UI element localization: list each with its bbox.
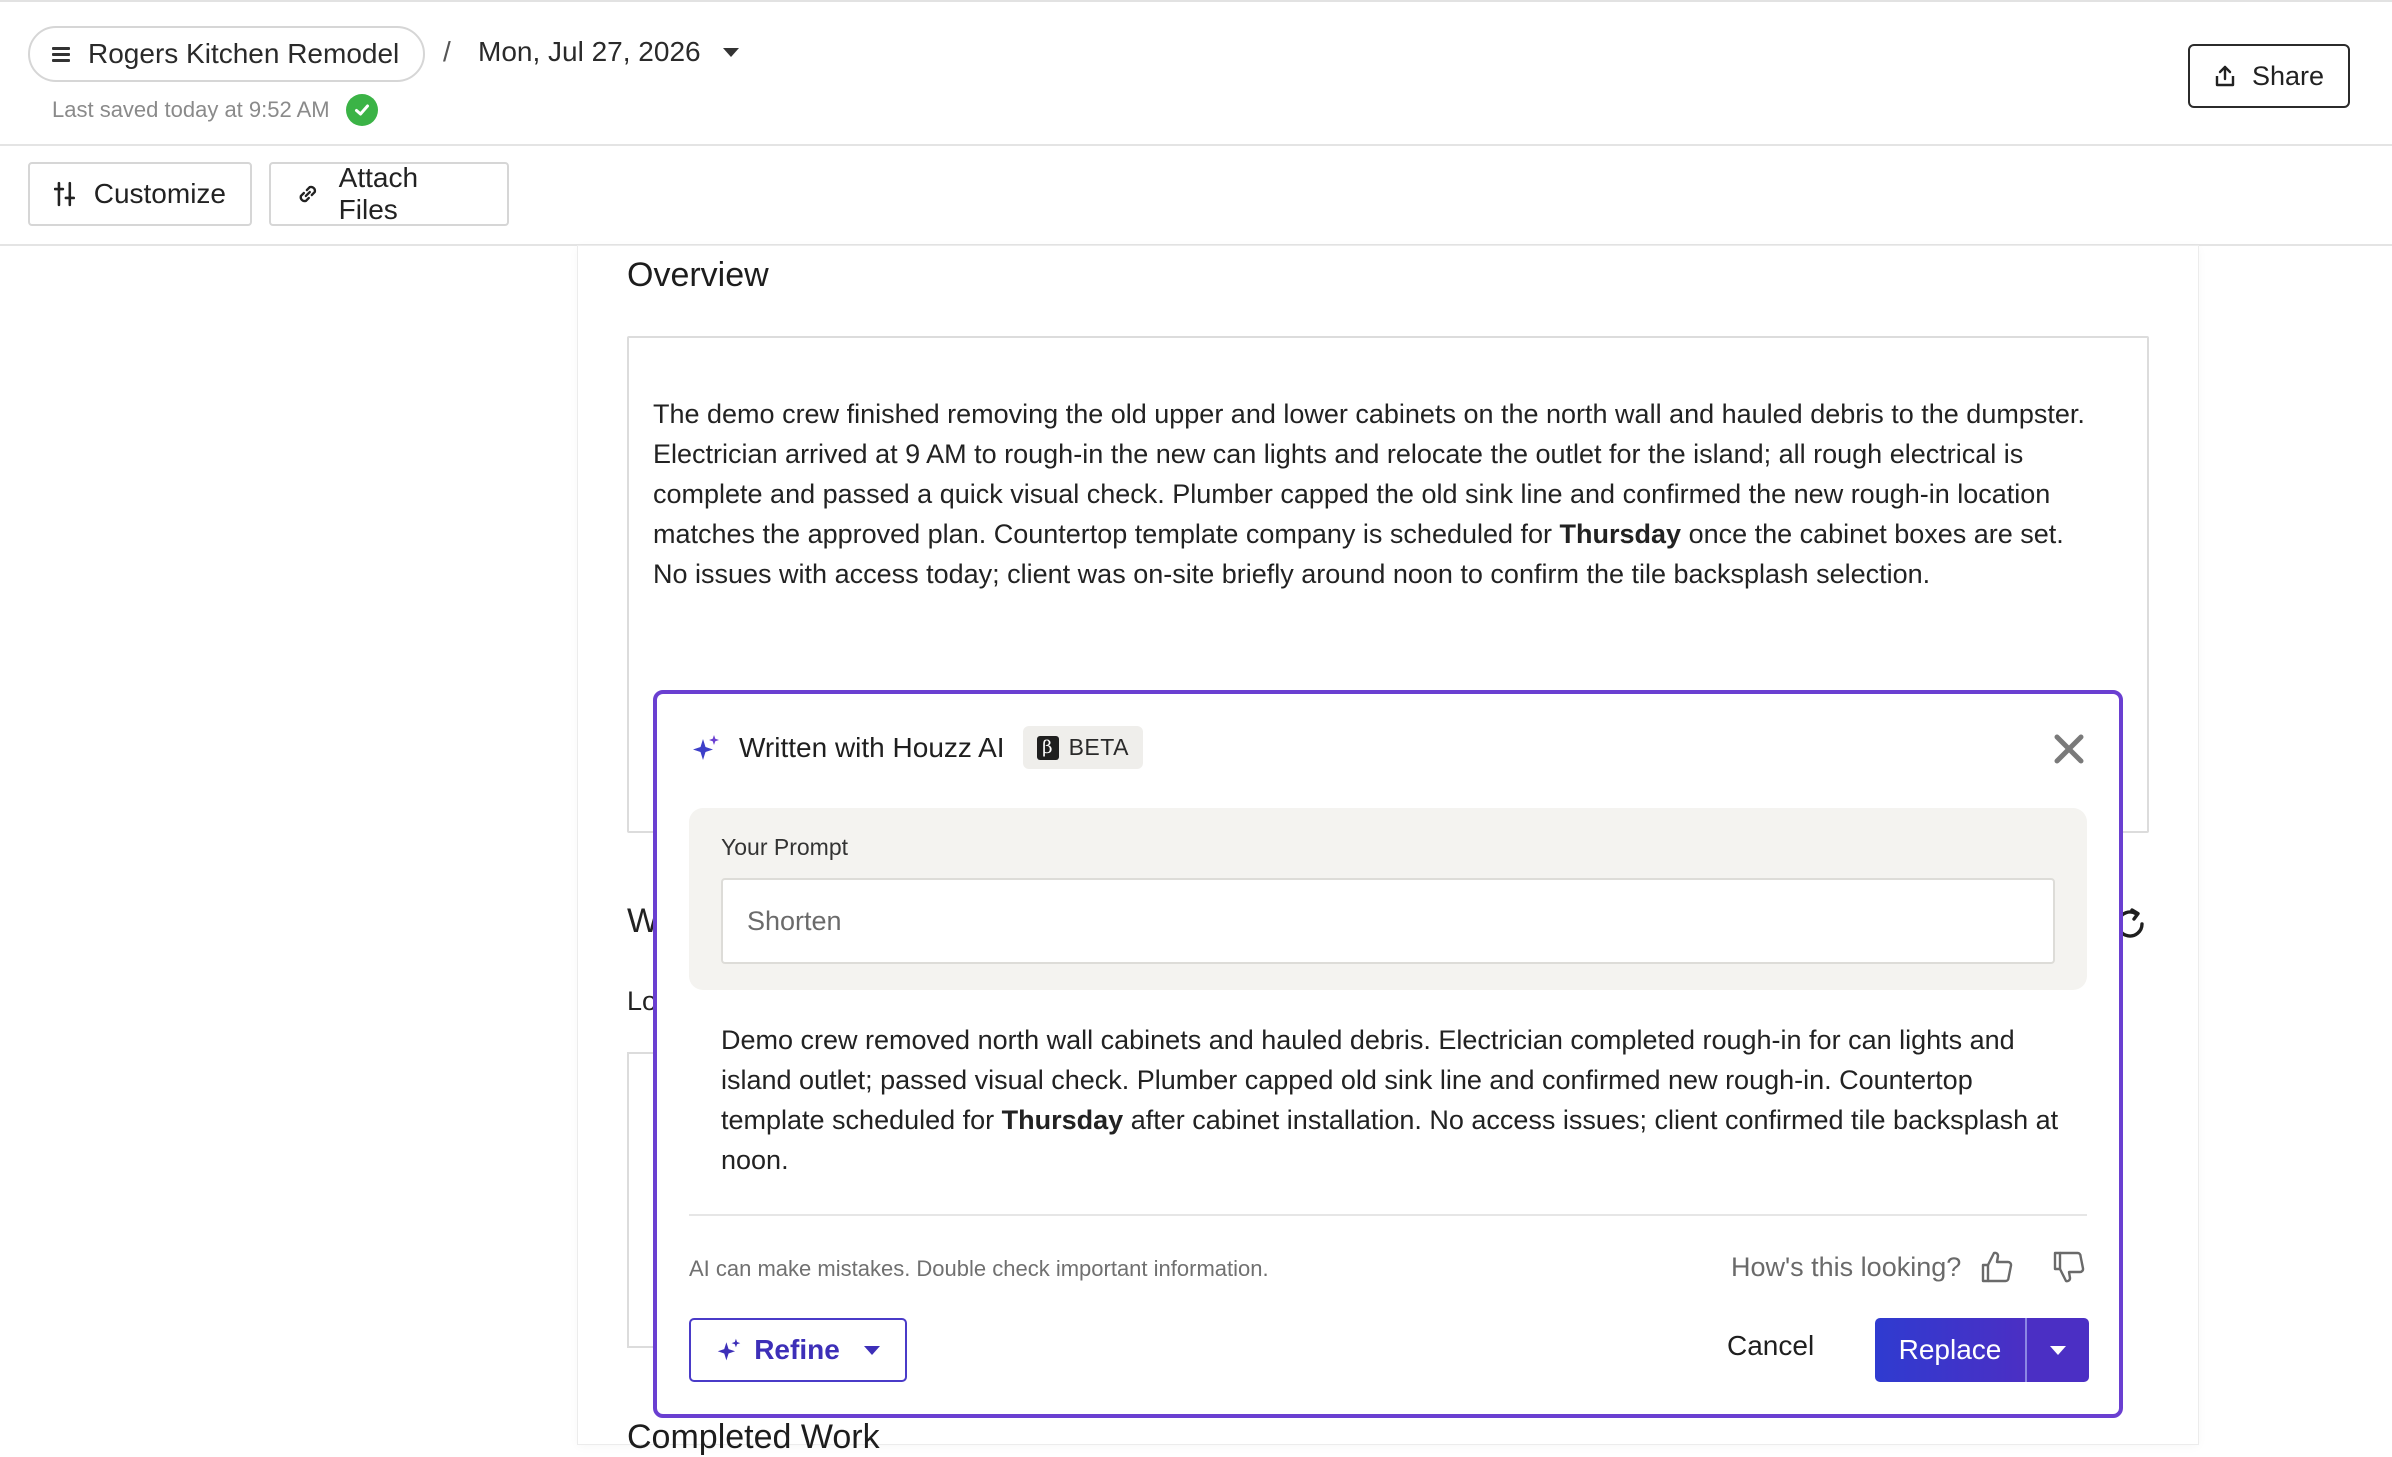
completed-work-title: Completed Work	[627, 1418, 880, 1456]
attach-files-label: Attach Files	[338, 162, 419, 225]
top-bar: Rogers Kitchen Remodel / Mon, Jul 27, 20…	[0, 0, 2392, 146]
ai-assistant-panel: Written with Houzz AI β BETA Your Prompt…	[653, 690, 2123, 1418]
prompt-label: Your Prompt	[721, 834, 848, 860]
thumbs-up-icon[interactable]	[1977, 1248, 2015, 1286]
ai-panel-title: Written with Houzz AI	[739, 731, 1005, 763]
ai-panel-header: Written with Houzz AI β BETA	[691, 726, 1143, 769]
refine-label: Refine	[754, 1334, 840, 1365]
check-circle-icon	[345, 94, 378, 126]
breadcrumb-separator: /	[443, 36, 451, 67]
save-status-text: Last saved today at 9:52 AM	[52, 97, 330, 122]
date-selector[interactable]: Mon, Jul 27, 2026	[478, 36, 739, 68]
ai-disclaimer: AI can make mistakes. Double check impor…	[689, 1256, 1269, 1281]
customize-label: Customize	[93, 178, 226, 209]
sparkle-icon	[717, 1338, 741, 1361]
overview-title: Overview	[627, 256, 769, 294]
beta-icon: β	[1036, 735, 1059, 760]
chevron-down-icon	[863, 1345, 880, 1355]
sliders-icon	[54, 181, 76, 207]
save-status: Last saved today at 9:52 AM	[52, 94, 378, 126]
project-menu-button[interactable]: Rogers Kitchen Remodel	[28, 26, 426, 82]
thumbs-down-icon[interactable]	[2049, 1248, 2087, 1286]
replace-button[interactable]: Replace	[1875, 1318, 2025, 1382]
share-icon	[2215, 65, 2235, 87]
close-icon[interactable]	[2052, 732, 2086, 766]
share-button[interactable]: Share	[2188, 44, 2350, 108]
refine-button[interactable]: Refine	[689, 1318, 907, 1382]
project-name: Rogers Kitchen Remodel	[88, 38, 400, 69]
prompt-input[interactable]	[721, 878, 2055, 964]
feedback-group: How's this looking?	[1731, 1248, 2087, 1286]
menu-icon	[52, 47, 70, 62]
share-label: Share	[2251, 60, 2325, 91]
chevron-down-icon	[722, 47, 739, 57]
date-label: Mon, Jul 27, 2026	[478, 36, 701, 67]
attach-files-button[interactable]: Attach Files	[269, 162, 509, 226]
chevron-down-icon	[2050, 1345, 2066, 1355]
sparkle-icon	[693, 734, 719, 760]
beta-label: BETA	[1068, 734, 1129, 760]
link-icon	[299, 185, 317, 203]
beta-badge: β BETA	[1022, 726, 1143, 769]
feedback-prompt: How's this looking?	[1731, 1251, 1962, 1282]
ai-result-text: Demo crew removed north wall cabinets an…	[721, 1025, 2059, 1175]
toolbar: Customize Attach Files	[0, 146, 2392, 246]
overview-text: The demo crew finished removing the old …	[653, 399, 2085, 589]
divider	[689, 1214, 2087, 1216]
prompt-panel: Your Prompt	[689, 808, 2087, 990]
replace-split-button: Replace	[1875, 1318, 2089, 1382]
replace-options-button[interactable]	[2027, 1318, 2089, 1382]
cancel-button[interactable]: Cancel	[1727, 1330, 1814, 1362]
customize-button[interactable]: Customize	[28, 162, 252, 226]
